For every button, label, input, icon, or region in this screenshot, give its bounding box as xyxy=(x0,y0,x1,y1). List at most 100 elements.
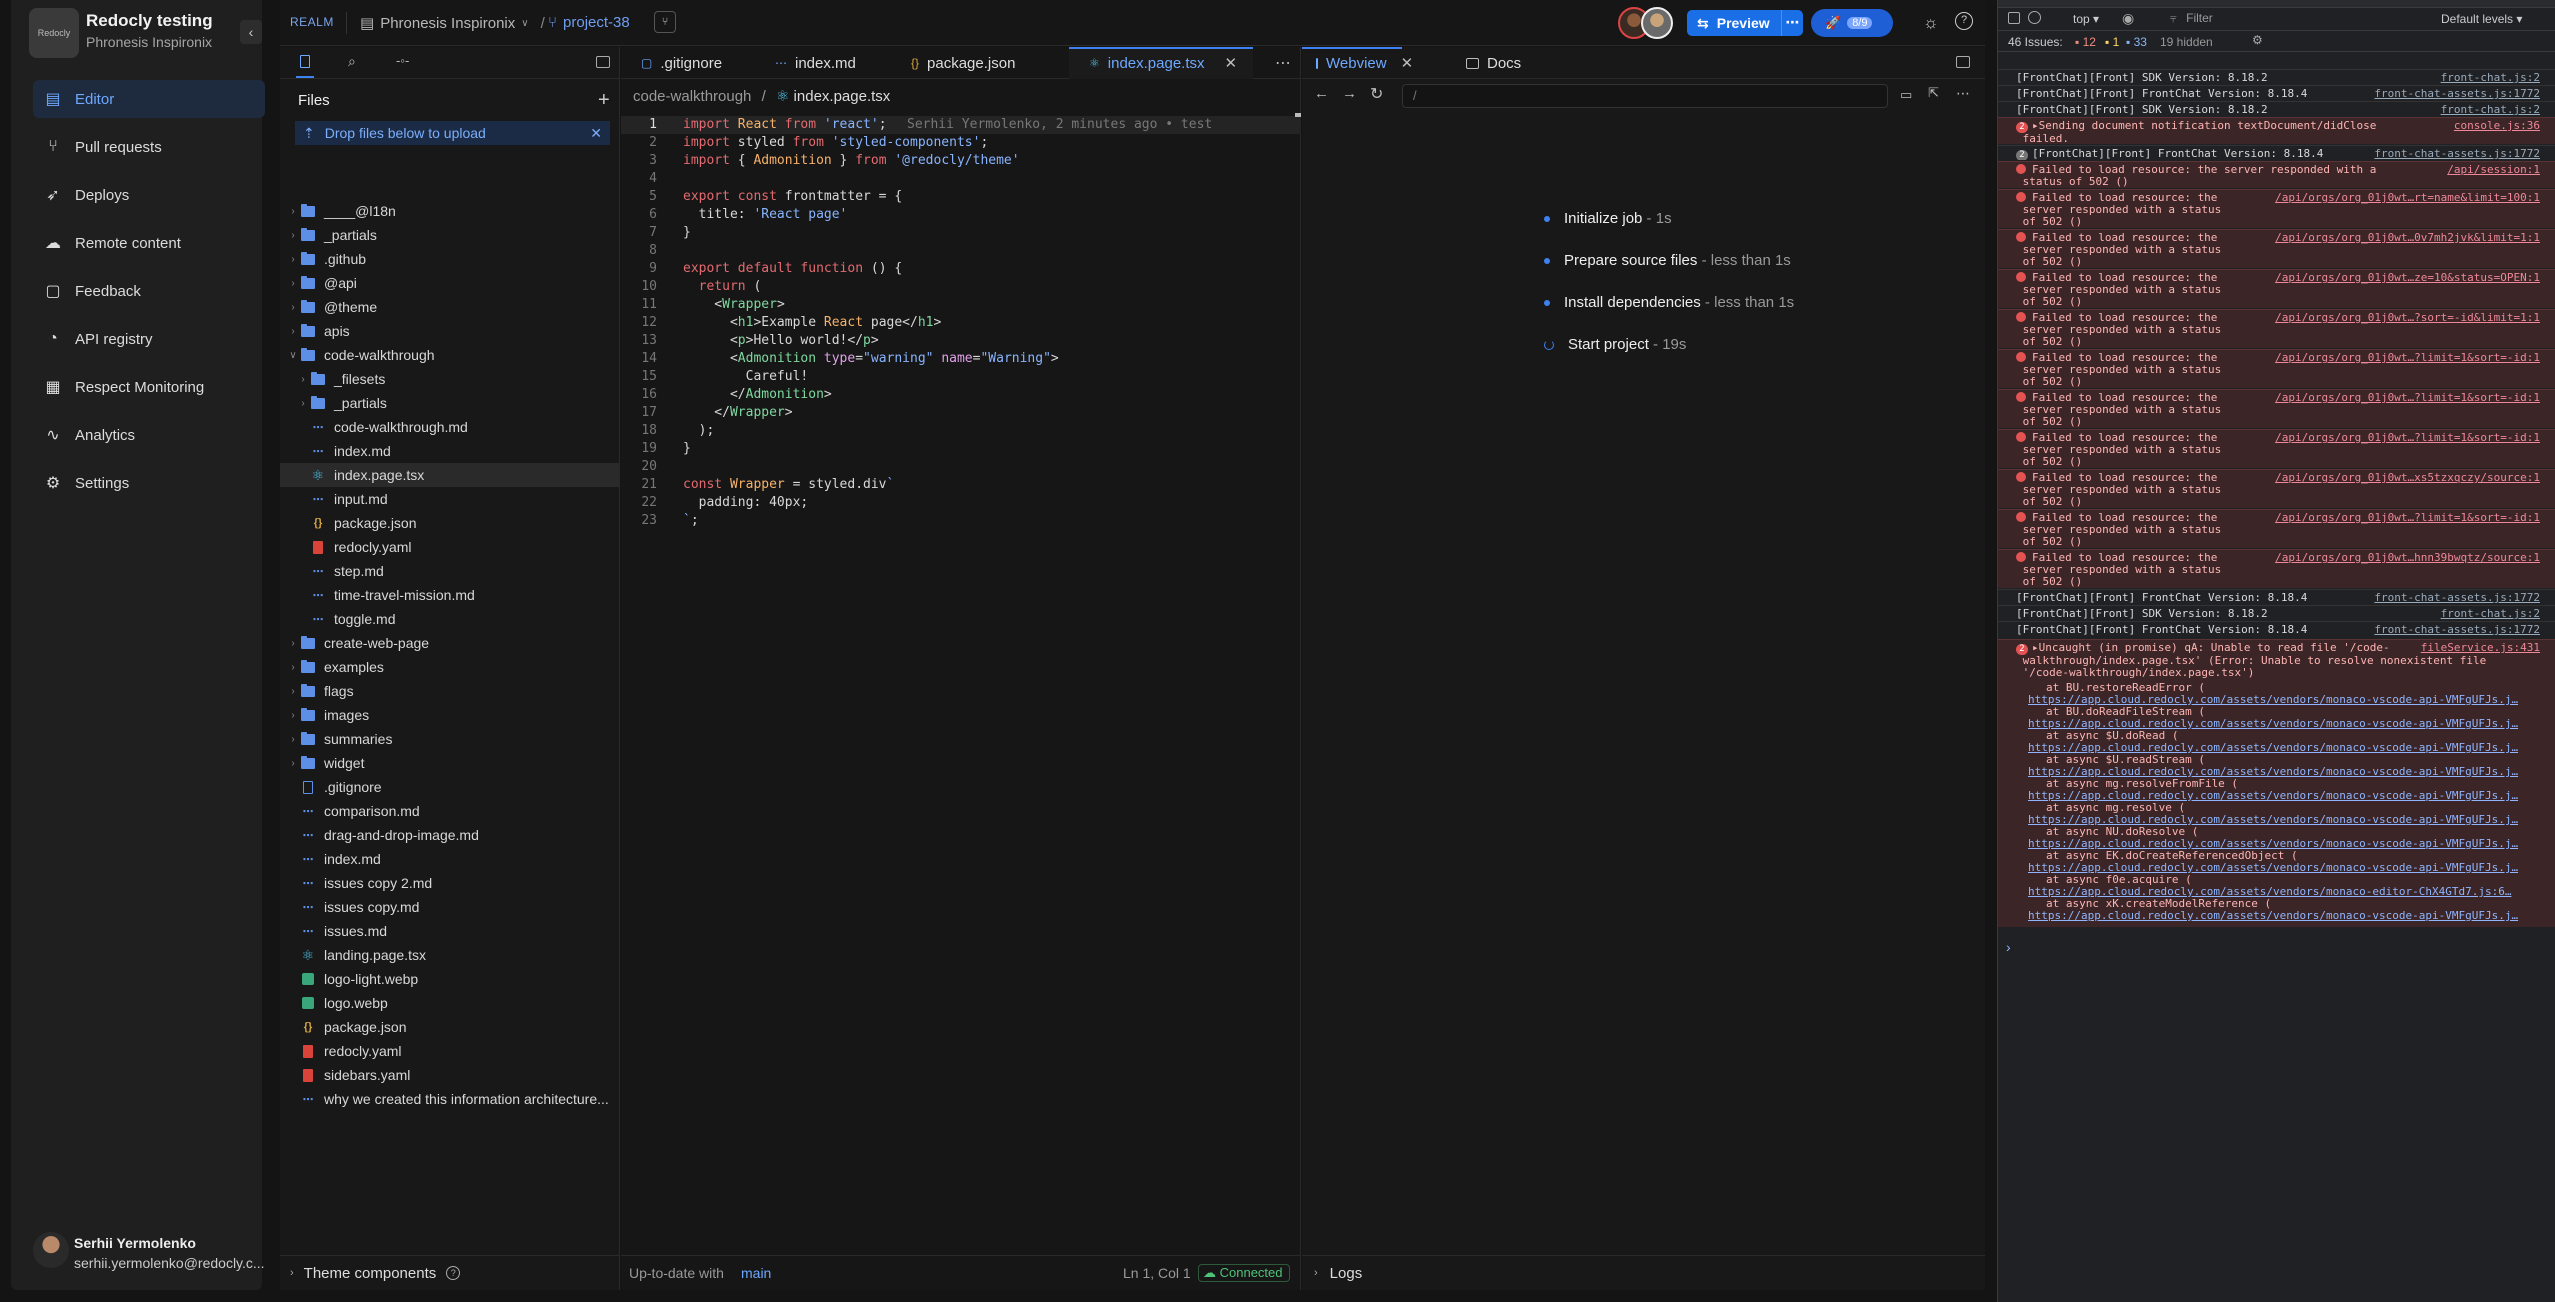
console-source-link[interactable]: /api/session:1 xyxy=(2447,164,2540,176)
console-source-link[interactable]: /api/orgs/org_01j0wt…rt=name&limit=100:1 xyxy=(2275,192,2540,204)
help-icon[interactable]: ? xyxy=(1955,12,1973,30)
file-item[interactable]: ⋯ step.md xyxy=(280,559,620,583)
folder-item[interactable]: › examples xyxy=(280,655,620,679)
preview-button[interactable]: ⇆ Preview ⋯ xyxy=(1687,10,1803,36)
scrollbar-marker[interactable] xyxy=(1295,113,1301,117)
close-icon[interactable]: ✕ xyxy=(1401,54,1414,72)
sidebar-item-respect-monitoring[interactable]: ▦ Respect Monitoring xyxy=(33,368,265,406)
code-line[interactable]: 20 xyxy=(621,458,1301,476)
org-logo[interactable]: Redocly xyxy=(29,8,79,58)
breadcrumb-folder[interactable]: code-walkthrough xyxy=(633,88,751,105)
theme-components-section[interactable]: › Theme components ? xyxy=(280,1255,620,1290)
code-line[interactable]: 7} xyxy=(621,224,1301,242)
sidebar-item-deploys[interactable]: ➶ Deploys xyxy=(33,176,265,214)
more-options-icon[interactable]: ⋯ xyxy=(1781,10,1803,36)
console-source-link[interactable]: /api/orgs/org_01j0wt…?limit=1&sort=-id:1 xyxy=(2275,512,2540,524)
console-message[interactable]: [FrontChat][Front] SDK Version: 8.18.2 fr… xyxy=(1998,69,2555,84)
code-line[interactable]: 22 padding: 40px; xyxy=(621,494,1301,512)
folder-item[interactable]: › flags xyxy=(280,679,620,703)
folder-item[interactable]: › images xyxy=(280,703,620,727)
sidebar-item-feedback[interactable]: ▢ Feedback xyxy=(33,272,265,310)
git-commit-icon[interactable]: -◦- xyxy=(396,53,409,68)
issues-info-count[interactable]: ▪ 33 xyxy=(2126,35,2147,49)
code-line[interactable]: 15 Careful! xyxy=(621,368,1301,386)
sidebar-toggle-icon[interactable] xyxy=(2008,12,2020,24)
file-item[interactable]: redocly.yaml xyxy=(280,535,620,559)
console-source-link[interactable]: front-chat-assets.js:1772 xyxy=(2374,624,2540,636)
console-source-link[interactable]: /api/orgs/org_01j0wt…?limit=1&sort=-id:1 xyxy=(2275,432,2540,444)
code-line[interactable]: 4 xyxy=(621,170,1301,188)
file-item[interactable]: ⋯ comparison.md xyxy=(280,799,620,823)
add-file-icon[interactable]: + xyxy=(598,89,610,112)
sidebar-item-remote-content[interactable]: ☁ Remote content xyxy=(33,224,265,262)
sidebar-item-pull-requests[interactable]: ⑂ Pull requests xyxy=(33,128,265,166)
code-line[interactable]: 2 import styled from 'styled-components'; xyxy=(621,134,1301,152)
console-source-link[interactable]: /api/orgs/org_01j0wt…xs5tzxqczy/source:1 xyxy=(2275,472,2540,484)
back-icon[interactable]: ← xyxy=(1314,85,1329,102)
file-item[interactable]: logo-light.webp xyxy=(280,967,620,991)
status-branch-link[interactable]: main xyxy=(741,1265,771,1281)
folder-item[interactable]: › summaries xyxy=(280,727,620,751)
console-error[interactable]: Failed to load resource: the server resp… xyxy=(1998,189,2555,228)
console-message[interactable]: [FrontChat][Front] FrontChat Version: 8.… xyxy=(1998,589,2555,604)
console-source-link[interactable]: front-chat.js:2 xyxy=(2441,608,2540,620)
folder-item[interactable]: › .github xyxy=(280,247,620,271)
tab-index-md[interactable]: ⋯ index.md xyxy=(755,47,887,79)
console-source-link[interactable]: front-chat.js:2 xyxy=(2441,72,2540,84)
file-item[interactable]: ⋯ index.md xyxy=(280,439,620,463)
logs-section[interactable]: › Logs xyxy=(1302,1255,1985,1290)
folder-item[interactable]: › @api xyxy=(280,271,620,295)
console-message[interactable]: 2 [FrontChat][Front] FrontChat Version: 8… xyxy=(1998,145,2555,160)
code-line[interactable]: 17 </Wrapper> xyxy=(621,404,1301,422)
console-error[interactable]: Failed to load resource: the server resp… xyxy=(1998,509,2555,548)
folder-item[interactable]: ∨ code-walkthrough xyxy=(280,343,620,367)
file-item[interactable]: sidebars.yaml xyxy=(280,1063,620,1087)
code-line[interactable]: 19} xyxy=(621,440,1301,458)
folder-item[interactable]: › apis xyxy=(280,319,620,343)
console-source-link[interactable]: fileService.js:431 xyxy=(2421,642,2540,654)
eye-icon[interactable]: ◉ xyxy=(2122,10,2134,27)
branch-actions-button[interactable]: ⑂ xyxy=(654,11,676,33)
forward-icon[interactable]: → xyxy=(1342,85,1357,102)
open-external-icon[interactable]: ⇱ xyxy=(1928,85,1939,101)
code-line[interactable]: 18 ); xyxy=(621,422,1301,440)
branch-selector[interactable]: ⑂ project-38 xyxy=(548,14,630,31)
code-line[interactable]: 1 import React from 'react'; Serhii Yermol… xyxy=(621,116,1301,134)
file-item[interactable]: ⚛ index.page.tsx xyxy=(280,463,620,487)
folder-item[interactable]: › _partials xyxy=(280,391,620,415)
file-item[interactable]: ⋯ time-travel-mission.md xyxy=(280,583,620,607)
code-line[interactable]: 10 return ( xyxy=(621,278,1301,296)
file-item[interactable]: logo.webp xyxy=(280,991,620,1015)
folder-item[interactable]: › _filesets xyxy=(280,367,620,391)
console-source-link[interactable]: /api/orgs/org_01j0wt…?sort=-id&limit=1:1 xyxy=(2275,312,2540,324)
code-line[interactable]: 12 <h1>Example React page</h1> xyxy=(621,314,1301,332)
tab-docs[interactable]: Docs xyxy=(1452,47,1521,79)
issues-label[interactable]: 46 Issues: xyxy=(2008,35,2063,49)
file-item[interactable]: ⋯ issues.md xyxy=(280,919,620,943)
folder-item[interactable]: › ____@l18n xyxy=(280,199,620,223)
more-tabs-icon[interactable]: ⋯ xyxy=(1275,53,1291,73)
stack-frame-url[interactable]: https://app.cloud.redocly.com/assets/ven… xyxy=(2028,910,2548,922)
info-icon[interactable]: ? xyxy=(446,1266,461,1280)
folder-item[interactable]: › create-web-page xyxy=(280,631,620,655)
close-icon[interactable]: ✕ xyxy=(590,125,602,142)
console-source-link[interactable]: front-chat-assets.js:1772 xyxy=(2374,592,2540,604)
avatar[interactable] xyxy=(1641,7,1673,39)
console-message[interactable]: [FrontChat][Front] FrontChat Version: 8.… xyxy=(1998,621,2555,636)
console-error[interactable]: 2 ▸Uncaught (in promise) qA: Unable to re… xyxy=(1998,639,2555,927)
breadcrumb-file[interactable]: index.page.tsx xyxy=(794,88,891,105)
console-error[interactable]: Failed to load resource: the server resp… xyxy=(1998,389,2555,428)
code-line[interactable]: 21 const Wrapper = styled.div` xyxy=(621,476,1301,494)
filter-input[interactable]: ⫧ Filter xyxy=(2166,11,2404,27)
clear-console-icon[interactable] xyxy=(2028,11,2041,24)
sidebar-item-analytics[interactable]: ∿ Analytics xyxy=(33,416,265,454)
console-output[interactable]: [FrontChat][Front] SDK Version: 8.18.2 fr… xyxy=(1998,53,2555,1302)
code-line[interactable]: 11 <Wrapper> xyxy=(621,296,1301,314)
console-error[interactable]: Failed to load resource: the server resp… xyxy=(1998,229,2555,268)
devtools-tabbar[interactable] xyxy=(1998,0,2555,8)
tab-gitignore[interactable]: ▢ .gitignore xyxy=(621,47,751,79)
code-line[interactable]: 9 export default function () { xyxy=(621,260,1301,278)
project-selector[interactable]: ▤ Phronesis Inspironix ∨ / xyxy=(360,14,545,33)
code-line[interactable]: 14 <Admonition type="warning" name="Warn… xyxy=(621,350,1301,368)
code-line[interactable]: 5 export const frontmatter = { xyxy=(621,188,1301,206)
